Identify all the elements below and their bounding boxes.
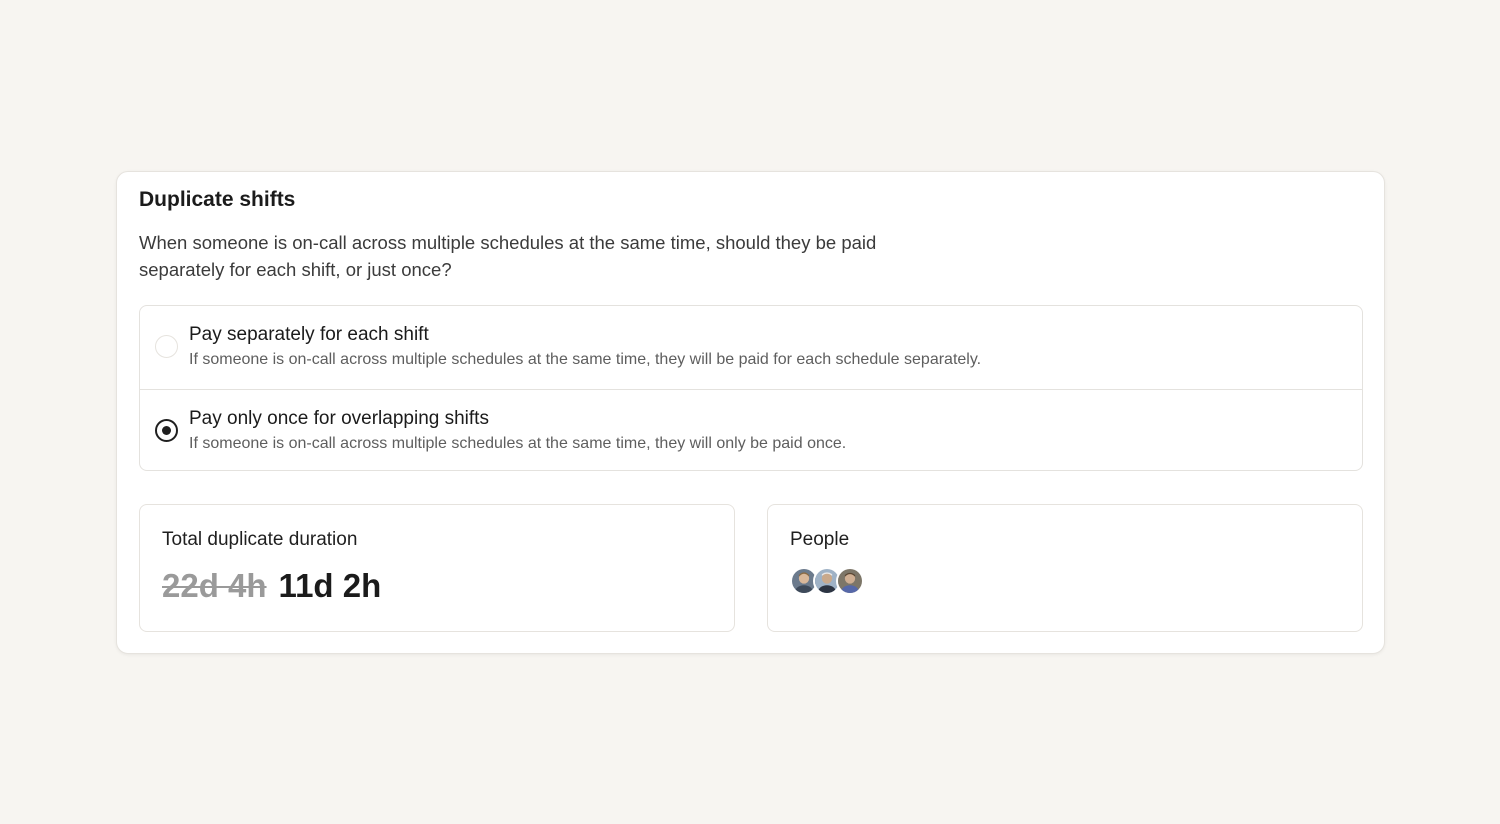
option-label: Pay separately for each shift <box>189 324 429 345</box>
section-description: When someone is on-call across multiple … <box>139 232 877 280</box>
people-label: People <box>790 529 850 550</box>
section-title: Duplicate shifts <box>139 188 296 211</box>
option-label: Pay only once for overlapping shifts <box>189 408 489 429</box>
option-pay-separately[interactable]: Pay separately for each shift If someone… <box>140 306 1362 389</box>
avatar-stack <box>790 567 864 595</box>
radio-pay-separately[interactable] <box>155 335 178 358</box>
adjusted-duration: 11d 2h <box>278 567 382 604</box>
option-help-text: If someone is on-call across multiple sc… <box>189 435 847 452</box>
people-stat-card: People <box>767 504 1363 632</box>
radio-pay-once[interactable] <box>155 419 178 442</box>
original-duration: 22d 4h <box>162 567 267 604</box>
duration-values: 22d 4h 11d 2h <box>162 567 381 605</box>
duration-label: Total duplicate duration <box>162 529 358 550</box>
payment-options-group: Pay separately for each shift If someone… <box>139 305 1363 471</box>
avatar[interactable] <box>836 567 864 595</box>
duplicate-shifts-card: Duplicate shifts When someone is on-call… <box>116 171 1385 654</box>
option-pay-once[interactable]: Pay only once for overlapping shifts If … <box>140 389 1362 470</box>
option-help-text: If someone is on-call across multiple sc… <box>189 351 982 368</box>
duration-stat-card: Total duplicate duration 22d 4h 11d 2h <box>139 504 735 632</box>
